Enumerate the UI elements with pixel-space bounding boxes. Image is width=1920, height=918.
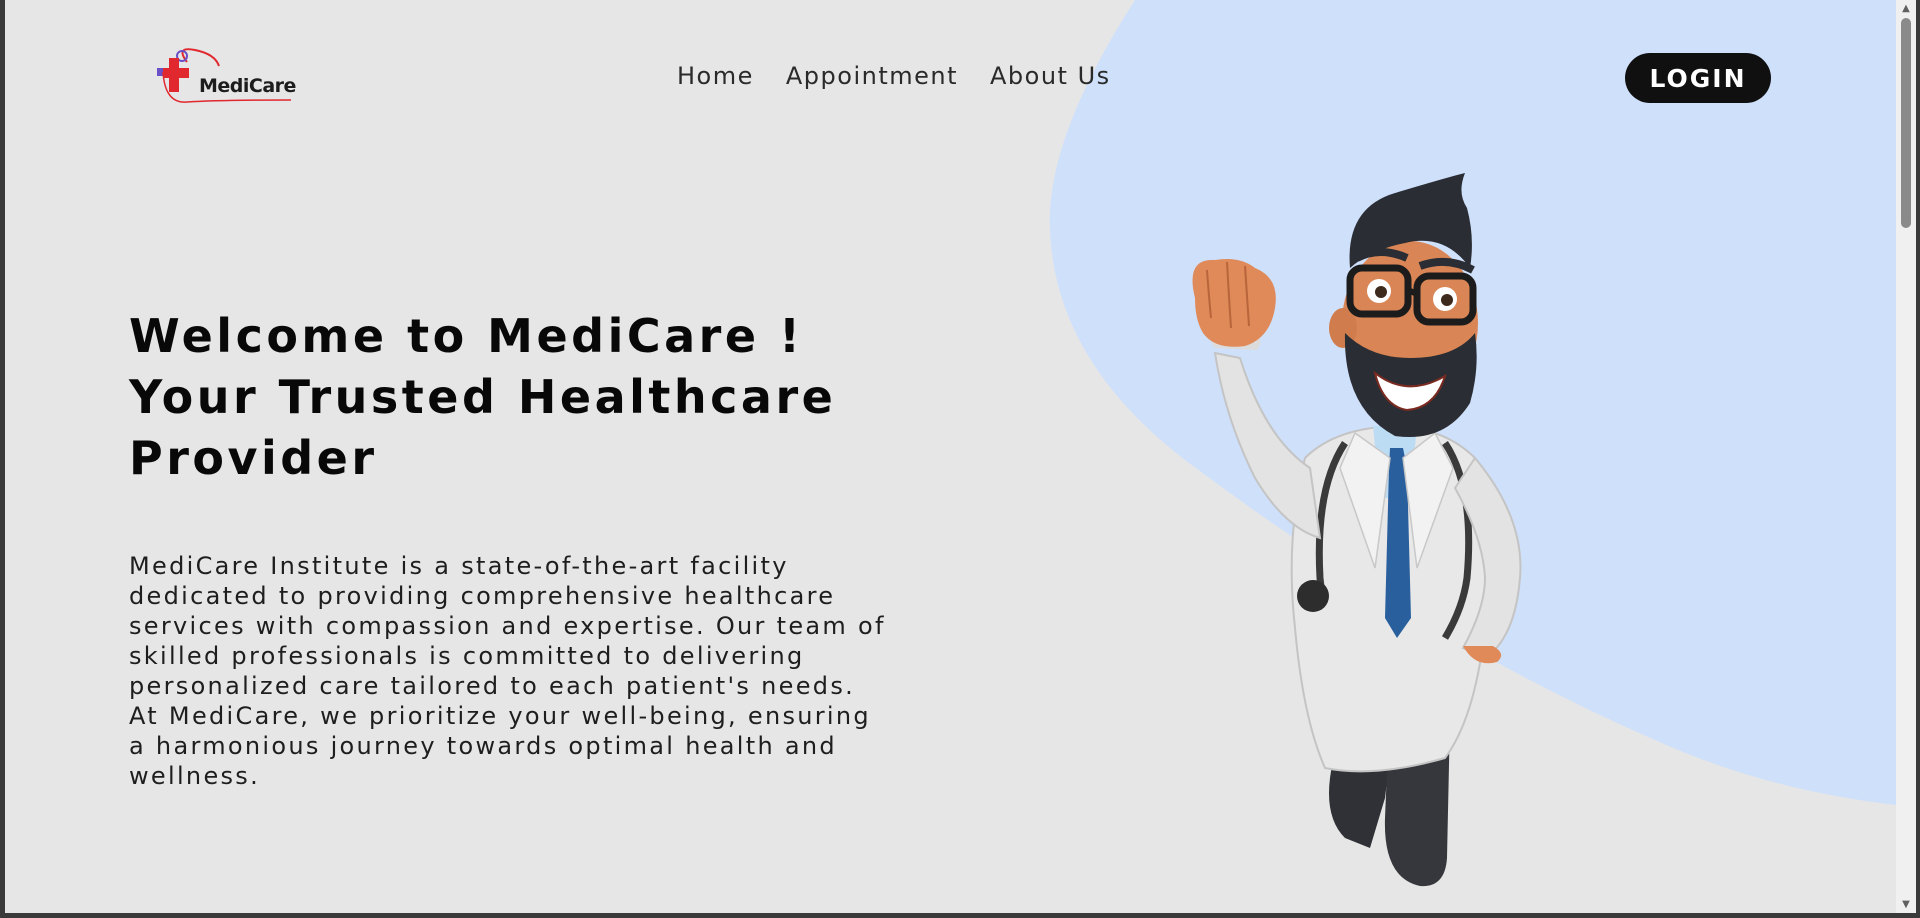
nav-appointment-link[interactable]: Appointment <box>786 62 958 90</box>
hero-title-line: Provider <box>129 431 378 485</box>
hero-title-line: Welcome to MediCare ! <box>129 309 804 363</box>
hero-description-line: personalized care tailored to each patie… <box>129 672 856 700</box>
nav-home-link[interactable]: Home <box>677 62 754 90</box>
logo-text: MediCare <box>199 75 296 97</box>
triangle-down-icon[interactable]: ▼ <box>1896 896 1916 913</box>
main-nav: Home Appointment About Us <box>677 62 1111 90</box>
hero-description-line: services with compassion and expertise. … <box>129 612 886 640</box>
doctor-illustration <box>1192 173 1522 887</box>
vertical-scrollbar[interactable]: ▲ ▼ <box>1896 0 1916 913</box>
window-bottom-edge <box>0 913 1920 918</box>
login-button[interactable]: LOGIN <box>1625 53 1771 103</box>
triangle-up-icon[interactable]: ▲ <box>1896 0 1916 17</box>
hero-description-line: skilled professionals is committed to de… <box>129 642 805 670</box>
hero-description-line: dedicated to providing comprehensive hea… <box>129 582 836 610</box>
browser-viewport: MediCare Home Appointment About Us LOGIN… <box>5 0 1896 913</box>
hero-description-line: wellness. <box>129 762 261 790</box>
hero-description: MediCare Institute is a state-of-the-art… <box>129 551 929 791</box>
hero-description-line: MediCare Institute is a state-of-the-art… <box>129 552 789 580</box>
hero-description-line: At MediCare, we prioritize your well-bei… <box>129 702 871 730</box>
hero-title-line: Your Trusted Healthcare <box>129 370 837 424</box>
hero-title: Welcome to MediCare ! Your Trusted Healt… <box>129 306 969 489</box>
scrollbar-thumb[interactable] <box>1901 18 1911 228</box>
nav-about-us-link[interactable]: About Us <box>990 62 1111 90</box>
hero-description-line: a harmonious journey towards optimal hea… <box>129 732 837 760</box>
